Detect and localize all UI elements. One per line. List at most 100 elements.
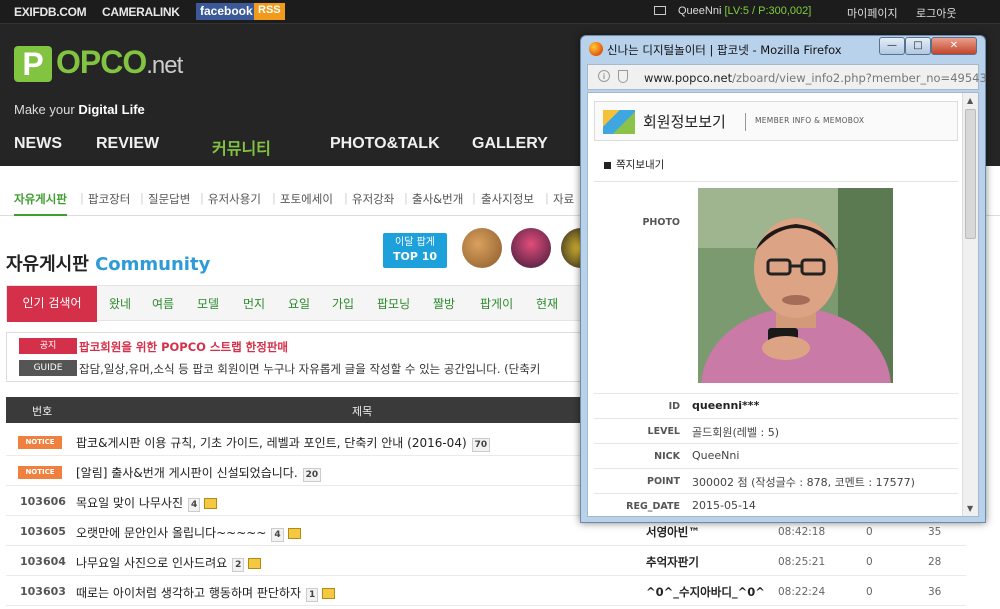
subnav-free-board[interactable]: 자유게시판 bbox=[14, 191, 67, 216]
board-title: 자유게시판 Community bbox=[6, 250, 210, 276]
photo-label: PHOTO bbox=[642, 217, 680, 228]
post-title-text: 나무요일 사진으로 인사드려요 bbox=[76, 556, 228, 570]
nav-news[interactable]: NEWS bbox=[14, 135, 62, 153]
keyword-link[interactable]: 먼지 bbox=[243, 295, 265, 312]
nav-gallery[interactable]: GALLERY bbox=[472, 135, 548, 153]
post-title[interactable]: 때로는 아이처럼 생각하고 행동하며 판단하자 1 bbox=[76, 584, 336, 602]
notice-badge: NOTICE bbox=[18, 466, 62, 479]
keyword-link[interactable]: 팝게이 bbox=[480, 295, 513, 312]
nav-photo-talk[interactable]: PHOTO&TALK bbox=[330, 135, 440, 153]
nav-review[interactable]: REVIEW bbox=[96, 135, 159, 153]
mypage-link[interactable]: 마이페이지 bbox=[847, 5, 898, 21]
post-title-text: 팝코&게시판 이용 규칙, 기초 가이드, 레벨과 포인트, 단축키 안내 (2… bbox=[76, 436, 467, 450]
keyword-link[interactable]: 짤방 bbox=[433, 295, 455, 312]
cameralink-link[interactable]: CAMERALINK bbox=[102, 5, 180, 19]
member-photo bbox=[698, 188, 893, 383]
popular-keywords-label: 인기 검색어 bbox=[7, 286, 97, 322]
popco-logo[interactable]: P OPCO.net bbox=[14, 44, 183, 82]
subnav-outing[interactable]: 출사&번개 bbox=[412, 191, 463, 207]
keyword-link[interactable]: 가입 bbox=[332, 295, 354, 312]
reg-date-label: REG_DATE bbox=[626, 501, 680, 512]
address-bar[interactable]: i www.popco.net/zboard/view_info2.php?me… bbox=[587, 64, 987, 90]
notice-tag: 공지 bbox=[19, 338, 77, 354]
recommend-count: 0 bbox=[866, 526, 873, 538]
post-title[interactable]: 팝코&게시판 이용 규칙, 기초 가이드, 레벨과 포인트, 단축키 안내 (2… bbox=[76, 434, 491, 452]
exifdb-link[interactable]: EXIFDB.COM bbox=[14, 5, 87, 19]
notice-box: 공지 팝코회원을 위한 POPCO 스트랩 한정판매 GUIDE 잡담,일상,유… bbox=[6, 332, 581, 382]
send-memo-label: 쪽지보내기 bbox=[616, 159, 665, 171]
author-name[interactable]: 서영아빈™ bbox=[646, 524, 700, 540]
keyword-link[interactable]: 여름 bbox=[152, 295, 174, 312]
nick-value: QueeNni bbox=[692, 449, 740, 462]
top-thumbnail[interactable] bbox=[511, 228, 551, 268]
keyword-link[interactable]: 팝모닝 bbox=[377, 295, 410, 312]
board-title-ko: 자유게시판 bbox=[6, 254, 89, 275]
member-info-popup-window[interactable]: 신나는 디지털놀이터 | 팝코넷 - Mozilla Firefox — □ ✕… bbox=[580, 35, 987, 523]
minimize-button[interactable]: — bbox=[879, 37, 905, 55]
post-number: 103603 bbox=[20, 585, 66, 598]
info-icon[interactable]: i bbox=[598, 70, 610, 82]
user-status: QueeNni [LV:5 / P:300,002] bbox=[678, 5, 811, 17]
post-title[interactable]: 오랫만에 문안인사 올립니다~~~~~ 4 bbox=[76, 524, 301, 542]
member-info-subtitle: MEMBER INFO & MEMOBOX bbox=[755, 116, 865, 125]
scrollbar[interactable]: ▲ ▼ bbox=[962, 93, 978, 516]
subnav-data[interactable]: 자료 bbox=[553, 191, 574, 207]
subnav-market[interactable]: 팝코장터 bbox=[88, 191, 130, 207]
member-info-header: 회원정보보기 MEMBER INFO & MEMOBOX bbox=[594, 101, 958, 141]
info-row-nick: NICK QueeNni bbox=[594, 443, 958, 468]
keyword-link[interactable]: 현재 bbox=[536, 295, 558, 312]
keyword-link[interactable]: 왔네 bbox=[109, 295, 131, 312]
author-name[interactable]: ^0^_수지아바디_^0^ bbox=[646, 584, 765, 600]
user-nick[interactable]: QueeNni bbox=[678, 5, 721, 17]
subnav-user-lecture[interactable]: 유저강좌 bbox=[352, 191, 394, 207]
logo-net: .net bbox=[146, 52, 183, 79]
guide-tag: GUIDE bbox=[19, 360, 77, 376]
send-memo-link[interactable]: 쪽지보내기 bbox=[604, 157, 664, 172]
url-text[interactable]: www.popco.net/zboard/view_info2.php?memb… bbox=[644, 71, 987, 85]
logo-opco: OPCO bbox=[56, 44, 147, 80]
comment-count: 1 bbox=[306, 588, 319, 602]
url-host: www.popco.net bbox=[644, 71, 733, 85]
mail-icon[interactable] bbox=[654, 6, 666, 15]
post-title[interactable]: 목요일 맞이 나무사진 4 bbox=[76, 494, 218, 512]
close-button[interactable]: ✕ bbox=[931, 37, 977, 55]
top-bar: EXIFDB.COM CAMERALINK facebook RSS QueeN… bbox=[0, 0, 1000, 24]
info-row-level: LEVEL 골드회원(레벨 : 5) bbox=[594, 418, 958, 443]
comment-count: 20 bbox=[302, 468, 322, 482]
keyword-link[interactable]: 요일 bbox=[288, 295, 310, 312]
scrollbar-thumb[interactable] bbox=[965, 109, 976, 239]
scroll-down-icon[interactable]: ▼ bbox=[967, 504, 973, 513]
top10-button[interactable]: 이달 팝게 TOP 10 bbox=[383, 233, 447, 268]
user-level: [LV:5 / P:300,002] bbox=[724, 5, 812, 17]
author-name[interactable]: 추억자판기 bbox=[646, 554, 699, 570]
hit-count: 36 bbox=[928, 586, 942, 598]
info-row-reg-date: REG_DATE 2015-05-14 bbox=[594, 493, 958, 516]
subnav-photo-essay[interactable]: 포토에세이 bbox=[280, 191, 333, 207]
nav-community[interactable]: 커뮤니티 bbox=[212, 135, 271, 159]
recommend-count: 0 bbox=[866, 556, 873, 568]
popup-content: 회원정보보기 MEMBER INFO & MEMOBOX 쪽지보내기 PHOTO bbox=[587, 92, 979, 517]
table-row[interactable]: 103604 나무요일 사진으로 인사드려요 2 추억자판기 08:25:21 0… bbox=[6, 548, 966, 576]
rss-link[interactable]: RSS bbox=[254, 3, 285, 20]
level-label: LEVEL bbox=[647, 426, 680, 437]
shield-icon[interactable] bbox=[618, 70, 628, 83]
header-title: 제목 bbox=[352, 405, 373, 418]
level-value: 골드회원(레벨 : 5) bbox=[692, 426, 780, 439]
subnav-separator: | bbox=[140, 191, 144, 205]
subnav-spot-info[interactable]: 출사지정보 bbox=[481, 191, 534, 207]
maximize-button[interactable]: □ bbox=[905, 37, 931, 55]
keyword-link[interactable]: 모델 bbox=[197, 295, 219, 312]
notice-link[interactable]: 팝코회원을 위한 POPCO 스트랩 한정판매 bbox=[79, 339, 288, 355]
url-path: /zboard/view_info2.php?member_no=49543 bbox=[732, 71, 987, 85]
subnav-qna[interactable]: 질문답변 bbox=[148, 191, 190, 207]
post-title[interactable]: 나무요일 사진으로 인사드려요 2 bbox=[76, 554, 262, 572]
post-title-text: [알림] 출사&번개 게시판이 신설되었습니다. bbox=[76, 466, 298, 480]
top-thumbnail[interactable] bbox=[462, 228, 502, 268]
scroll-up-icon[interactable]: ▲ bbox=[967, 96, 973, 105]
subnav-user-review[interactable]: 유저사용기 bbox=[208, 191, 261, 207]
logout-link[interactable]: 로그아웃 bbox=[916, 5, 956, 21]
post-title[interactable]: [알림] 출사&번개 게시판이 신설되었습니다. 20 bbox=[76, 464, 322, 482]
post-title-text: 때로는 아이처럼 생각하고 행동하며 판단하자 bbox=[76, 586, 302, 600]
table-row[interactable]: 103603 때로는 아이처럼 생각하고 행동하며 판단하자 1 ^0^_수지아바… bbox=[6, 578, 966, 606]
facebook-link[interactable]: facebook bbox=[196, 3, 257, 20]
